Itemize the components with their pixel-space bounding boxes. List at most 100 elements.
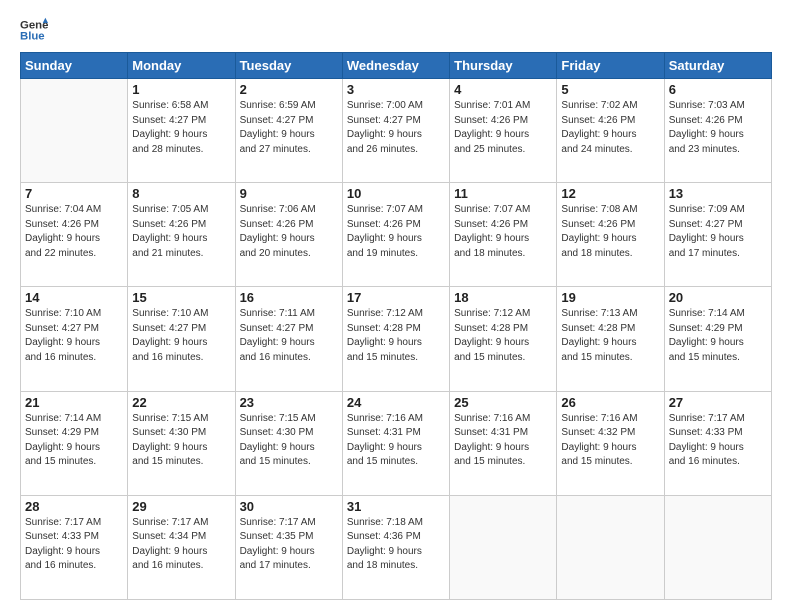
calendar-cell: 23Sunrise: 7:15 AMSunset: 4:30 PMDayligh…	[235, 391, 342, 495]
calendar-cell: 21 Sunrise: 7:14 AMSunset: 4:29 PMDayligh…	[21, 391, 128, 495]
weekday-header-wednesday: Wednesday	[342, 53, 449, 79]
calendar-cell: 6 Sunrise: 7:03 AMSunset: 4:26 PMDaylight…	[664, 79, 771, 183]
calendar-cell	[664, 495, 771, 599]
day-number: 31	[347, 499, 445, 514]
day-number: 9	[240, 186, 338, 201]
day-info: Sunrise: 7:10 AMSunset: 4:27 PMDaylight:…	[132, 307, 230, 365]
calendar-week-row: 28 Sunrise: 7:17 AMSunset: 4:33 PMDayligh…	[21, 495, 772, 599]
calendar-cell: 16 Sunrise: 7:11 AMSunset: 4:27 PMDayligh…	[235, 287, 342, 391]
calendar-cell: 4 Sunrise: 7:01 AMSunset: 4:26 PMDaylight…	[450, 79, 557, 183]
day-number: 2	[240, 82, 338, 97]
calendar-cell: 27 Sunrise: 7:17 AMSunset: 4:33 PMDayligh…	[664, 391, 771, 495]
day-info: Sunrise: 7:17 AMSunset: 4:33 PMDaylight:…	[25, 516, 123, 574]
day-info: Sunrise: 7:10 AMSunset: 4:27 PMDaylight:…	[25, 307, 123, 365]
calendar-cell: 24 Sunrise: 7:16 AMSunset: 4:31 PMDayligh…	[342, 391, 449, 495]
day-number: 10	[347, 186, 445, 201]
calendar-cell: 5Sunrise: 7:02 AMSunset: 4:26 PMDaylight…	[557, 79, 664, 183]
day-info: Sunrise: 7:02 AMSunset: 4:26 PMDaylight:…	[561, 99, 659, 157]
day-info: Sunrise: 7:05 AMSunset: 4:26 PMDaylight:…	[132, 203, 230, 261]
calendar-cell: 25Sunrise: 7:16 AMSunset: 4:31 PMDayligh…	[450, 391, 557, 495]
calendar-cell: 7 Sunrise: 7:04 AMSunset: 4:26 PMDaylight…	[21, 183, 128, 287]
calendar-cell: 19Sunrise: 7:13 AMSunset: 4:28 PMDayligh…	[557, 287, 664, 391]
calendar-cell: 31 Sunrise: 7:18 AMSunset: 4:36 PMDayligh…	[342, 495, 449, 599]
calendar-cell	[21, 79, 128, 183]
day-info: Sunrise: 7:14 AMSunset: 4:29 PMDaylight:…	[25, 412, 123, 470]
day-number: 17	[347, 290, 445, 305]
day-number: 28	[25, 499, 123, 514]
page-header: General Blue	[20, 16, 772, 44]
day-info: Sunrise: 7:18 AMSunset: 4:36 PMDaylight:…	[347, 516, 445, 574]
weekday-header-saturday: Saturday	[664, 53, 771, 79]
day-number: 6	[669, 82, 767, 97]
weekday-header-thursday: Thursday	[450, 53, 557, 79]
calendar-cell: 30 Sunrise: 7:17 AMSunset: 4:35 PMDayligh…	[235, 495, 342, 599]
svg-text:Blue: Blue	[20, 31, 45, 43]
calendar-cell: 15Sunrise: 7:10 AMSunset: 4:27 PMDayligh…	[128, 287, 235, 391]
calendar-week-row: 1 Sunrise: 6:58 AMSunset: 4:27 PMDaylight…	[21, 79, 772, 183]
day-number: 18	[454, 290, 552, 305]
calendar-cell: 10Sunrise: 7:07 AMSunset: 4:26 PMDayligh…	[342, 183, 449, 287]
day-info: Sunrise: 7:06 AMSunset: 4:26 PMDaylight:…	[240, 203, 338, 261]
calendar-cell: 13Sunrise: 7:09 AMSunset: 4:27 PMDayligh…	[664, 183, 771, 287]
day-number: 8	[132, 186, 230, 201]
day-number: 20	[669, 290, 767, 305]
calendar-week-row: 21 Sunrise: 7:14 AMSunset: 4:29 PMDayligh…	[21, 391, 772, 495]
calendar-cell	[557, 495, 664, 599]
calendar-table: SundayMondayTuesdayWednesdayThursdayFrid…	[20, 52, 772, 600]
day-info: Sunrise: 7:07 AMSunset: 4:26 PMDaylight:…	[454, 203, 552, 261]
day-number: 22	[132, 395, 230, 410]
day-info: Sunrise: 7:12 AMSunset: 4:28 PMDaylight:…	[454, 307, 552, 365]
day-info: Sunrise: 7:04 AMSunset: 4:26 PMDaylight:…	[25, 203, 123, 261]
day-number: 21	[25, 395, 123, 410]
day-info: Sunrise: 7:09 AMSunset: 4:27 PMDaylight:…	[669, 203, 767, 261]
calendar-header-row: SundayMondayTuesdayWednesdayThursdayFrid…	[21, 53, 772, 79]
day-number: 1	[132, 82, 230, 97]
calendar-cell: 2 Sunrise: 6:59 AMSunset: 4:27 PMDaylight…	[235, 79, 342, 183]
day-number: 12	[561, 186, 659, 201]
calendar-week-row: 14 Sunrise: 7:10 AMSunset: 4:27 PMDayligh…	[21, 287, 772, 391]
calendar-cell: 11 Sunrise: 7:07 AMSunset: 4:26 PMDayligh…	[450, 183, 557, 287]
day-info: Sunrise: 7:17 AMSunset: 4:35 PMDaylight:…	[240, 516, 338, 574]
weekday-header-sunday: Sunday	[21, 53, 128, 79]
day-info: Sunrise: 7:03 AMSunset: 4:26 PMDaylight:…	[669, 99, 767, 157]
weekday-header-monday: Monday	[128, 53, 235, 79]
day-number: 4	[454, 82, 552, 97]
day-info: Sunrise: 7:16 AMSunset: 4:32 PMDaylight:…	[561, 412, 659, 470]
day-number: 16	[240, 290, 338, 305]
day-number: 27	[669, 395, 767, 410]
day-info: Sunrise: 6:58 AMSunset: 4:27 PMDaylight:…	[132, 99, 230, 157]
day-info: Sunrise: 6:59 AMSunset: 4:27 PMDaylight:…	[240, 99, 338, 157]
day-info: Sunrise: 7:17 AMSunset: 4:33 PMDaylight:…	[669, 412, 767, 470]
calendar-cell: 3Sunrise: 7:00 AMSunset: 4:27 PMDaylight…	[342, 79, 449, 183]
calendar-cell: 26 Sunrise: 7:16 AMSunset: 4:32 PMDayligh…	[557, 391, 664, 495]
day-number: 3	[347, 82, 445, 97]
day-number: 11	[454, 186, 552, 201]
day-info: Sunrise: 7:11 AMSunset: 4:27 PMDaylight:…	[240, 307, 338, 365]
day-info: Sunrise: 7:17 AMSunset: 4:34 PMDaylight:…	[132, 516, 230, 574]
weekday-header-tuesday: Tuesday	[235, 53, 342, 79]
calendar-cell: 17 Sunrise: 7:12 AMSunset: 4:28 PMDayligh…	[342, 287, 449, 391]
logo-icon: General Blue	[20, 16, 48, 44]
day-number: 30	[240, 499, 338, 514]
day-number: 14	[25, 290, 123, 305]
calendar-week-row: 7 Sunrise: 7:04 AMSunset: 4:26 PMDaylight…	[21, 183, 772, 287]
day-number: 24	[347, 395, 445, 410]
weekday-header-friday: Friday	[557, 53, 664, 79]
day-number: 23	[240, 395, 338, 410]
calendar-cell: 22 Sunrise: 7:15 AMSunset: 4:30 PMDayligh…	[128, 391, 235, 495]
day-info: Sunrise: 7:15 AMSunset: 4:30 PMDaylight:…	[132, 412, 230, 470]
calendar-cell: 8 Sunrise: 7:05 AMSunset: 4:26 PMDaylight…	[128, 183, 235, 287]
calendar-cell: 18 Sunrise: 7:12 AMSunset: 4:28 PMDayligh…	[450, 287, 557, 391]
calendar-cell	[450, 495, 557, 599]
day-info: Sunrise: 7:01 AMSunset: 4:26 PMDaylight:…	[454, 99, 552, 157]
calendar-cell: 20 Sunrise: 7:14 AMSunset: 4:29 PMDayligh…	[664, 287, 771, 391]
day-number: 26	[561, 395, 659, 410]
logo: General Blue	[20, 16, 48, 44]
day-number: 7	[25, 186, 123, 201]
day-info: Sunrise: 7:14 AMSunset: 4:29 PMDaylight:…	[669, 307, 767, 365]
day-info: Sunrise: 7:16 AMSunset: 4:31 PMDaylight:…	[347, 412, 445, 470]
day-info: Sunrise: 7:13 AMSunset: 4:28 PMDaylight:…	[561, 307, 659, 365]
day-info: Sunrise: 7:08 AMSunset: 4:26 PMDaylight:…	[561, 203, 659, 261]
day-info: Sunrise: 7:12 AMSunset: 4:28 PMDaylight:…	[347, 307, 445, 365]
day-info: Sunrise: 7:16 AMSunset: 4:31 PMDaylight:…	[454, 412, 552, 470]
